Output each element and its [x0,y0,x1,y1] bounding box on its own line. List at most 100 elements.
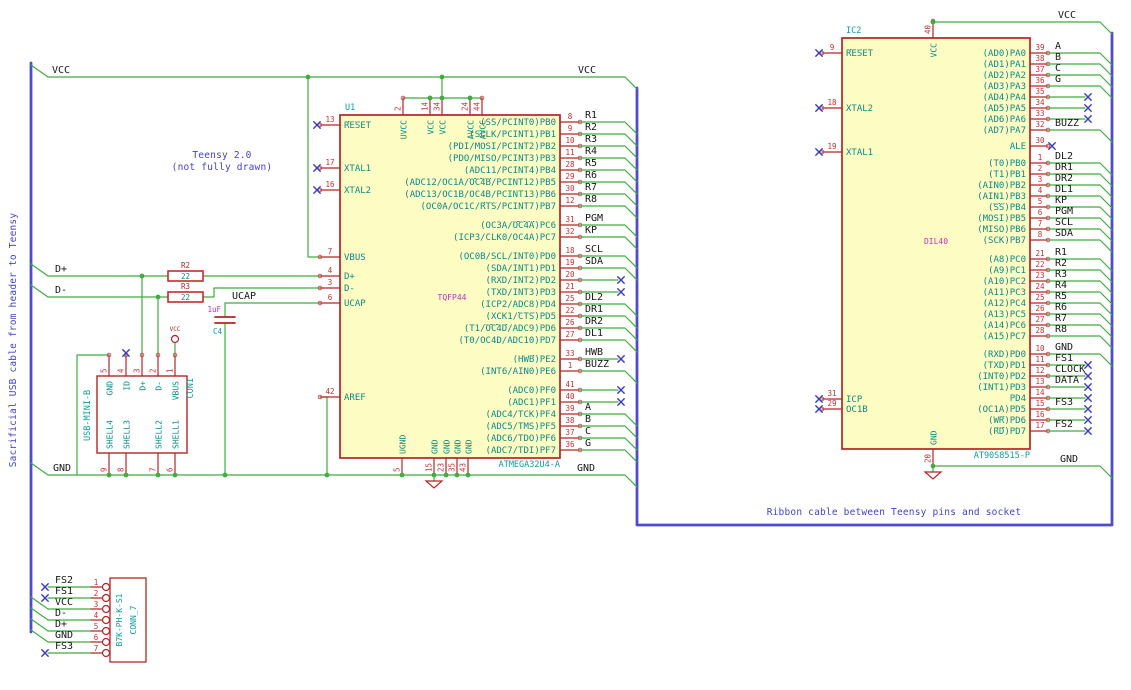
net-label-VCC[interactable]: VCC [55,597,73,608]
net-label-BUZZ[interactable]: BUZZ [585,359,609,370]
net-label-R8[interactable]: R8 [585,194,597,205]
net-label-VCC[interactable]: VCC [578,65,596,76]
comment-text[interactable]: Teensy 2.0 [192,150,251,161]
net-label-R4[interactable]: R4 [585,146,597,157]
ground-symbol[interactable] [923,471,943,480]
net-label-FS2[interactable]: FS2 [1055,419,1073,430]
refdes-u1[interactable]: U1 [345,103,355,113]
net-label-KP[interactable]: KP [1055,195,1067,206]
net-label-DL2[interactable]: DL2 [585,292,603,303]
net-label-GND[interactable]: GND [1060,454,1078,465]
wire[interactable] [319,396,328,476]
net-label-G[interactable]: G [1055,74,1061,85]
chip-name-ic2[interactable]: AT90S8515-P [974,451,1030,461]
net-label-GND[interactable]: GND [53,463,71,474]
net-label-FS1[interactable]: FS1 [1055,353,1073,364]
wire-net-SDA[interactable] [579,267,638,281]
value-R2[interactable]: 22 [181,272,190,281]
usb-value[interactable]: USB-MINI-B [83,390,93,441]
net-label-G[interactable]: G [585,438,591,449]
net-label-R2[interactable]: R2 [585,122,597,133]
ground-symbol[interactable] [424,480,444,489]
wire[interactable] [30,629,49,643]
wire-net-G[interactable] [1047,85,1113,99]
wire[interactable] [932,465,1113,479]
net-label-BUZZ[interactable]: BUZZ [1055,118,1079,129]
comment-text[interactable]: (not fully drawn) [172,162,273,173]
net-label-R2[interactable]: R2 [1055,258,1067,269]
net-label-A[interactable]: A [1055,41,1061,52]
net-label-VCC[interactable]: VCC [1058,10,1076,21]
net-label-FS2[interactable]: FS2 [55,575,73,586]
net-label-SDA[interactable]: SDA [1055,228,1073,239]
net-label-C[interactable]: C [585,426,591,437]
wire-net-G[interactable] [579,449,638,463]
wire-net-BUZZ[interactable] [579,370,638,384]
net-label-R7[interactable]: R7 [1055,313,1067,324]
net-label-R1[interactable]: R1 [1055,247,1067,258]
conn7-ref[interactable]: B7K-PH-K-S1 [115,593,124,646]
net-label-SCL[interactable]: SCL [1055,217,1073,228]
net-label-GND[interactable]: GND [55,630,73,641]
net-label-FS3[interactable]: FS3 [1055,397,1073,408]
net-label-R5[interactable]: R5 [585,158,597,169]
wire[interactable] [202,287,321,298]
net-label-GND[interactable]: GND [577,463,595,474]
chip-name-u1[interactable]: ATMEGA32U4-A [499,460,560,470]
net-label-HWB[interactable]: HWB [585,347,603,358]
net-label-SDA[interactable]: SDA [585,256,603,267]
net-label-VCC[interactable]: VCC [52,65,70,76]
net-label-SCL[interactable]: SCL [585,244,603,255]
wire[interactable] [30,64,638,90]
wire[interactable] [30,618,49,632]
net-label-DL1[interactable]: DL1 [585,328,603,339]
wire[interactable] [30,607,49,621]
wire[interactable] [30,263,169,277]
net-label-R6[interactable]: R6 [585,170,597,181]
refdes-R2[interactable]: R2 [181,261,190,270]
net-label-R8[interactable]: R8 [1055,324,1067,335]
net-label-B[interactable]: B [1055,52,1061,63]
refdes-R3[interactable]: R3 [181,282,190,291]
net-label-B[interactable]: B [585,414,591,425]
net-label-D+[interactable]: D+ [55,264,67,275]
net-label-GND[interactable]: GND [1055,342,1073,353]
net-label-D-[interactable]: D- [55,608,67,619]
net-label-D+[interactable]: D+ [55,619,67,630]
conn7-value[interactable]: CONN_7 [129,605,138,634]
net-label-R1[interactable]: R1 [585,110,597,121]
net-label-FS1[interactable]: FS1 [55,586,73,597]
value-R3[interactable]: 22 [181,293,190,302]
net-label-R5[interactable]: R5 [1055,291,1067,302]
wire[interactable] [932,21,1113,35]
net-label-DR1[interactable]: DR1 [1055,162,1073,173]
net-label-C[interactable]: C [1055,63,1061,74]
net-label-PGM[interactable]: PGM [585,213,603,224]
net-label-R3[interactable]: R3 [1055,269,1067,280]
net-label-D-[interactable]: D- [55,285,67,296]
net-label-R3[interactable]: R3 [585,134,597,145]
net-label-KP[interactable]: KP [585,225,597,236]
net-label-DR1[interactable]: DR1 [585,304,603,315]
net-label-DR2[interactable]: DR2 [585,316,603,327]
net-label-DR2[interactable]: DR2 [1055,173,1073,184]
net-label-A[interactable]: A [585,402,591,413]
comment-text[interactable]: Ribbon cable between Teensy pins and soc… [767,507,1022,518]
net-label-DATA[interactable]: DATA [1055,375,1079,386]
net-label-DL1[interactable]: DL1 [1055,184,1073,195]
refdes-C4[interactable]: C4 [213,327,223,336]
net-label-DL2[interactable]: DL2 [1055,151,1073,162]
refdes-ic2[interactable]: IC2 [846,26,861,36]
wire[interactable] [30,284,169,298]
net-label-R4[interactable]: R4 [1055,280,1067,291]
value-C4[interactable]: 1uF [207,305,221,314]
net-label-FS3[interactable]: FS3 [55,641,73,652]
comment-text[interactable]: Sacrificial USB cable from header to Tee… [8,213,19,468]
net-label-PGM[interactable]: PGM [1055,206,1073,217]
wire-net-BUZZ[interactable] [1047,129,1113,143]
net-label-R7[interactable]: R7 [585,182,597,193]
net-label-R6[interactable]: R6 [1055,302,1067,313]
net-label-CLOCK[interactable]: CLOCK [1055,364,1085,375]
net-label-UCAP[interactable]: UCAP [232,291,256,302]
refdes-con1[interactable]: CON1 [186,378,196,398]
